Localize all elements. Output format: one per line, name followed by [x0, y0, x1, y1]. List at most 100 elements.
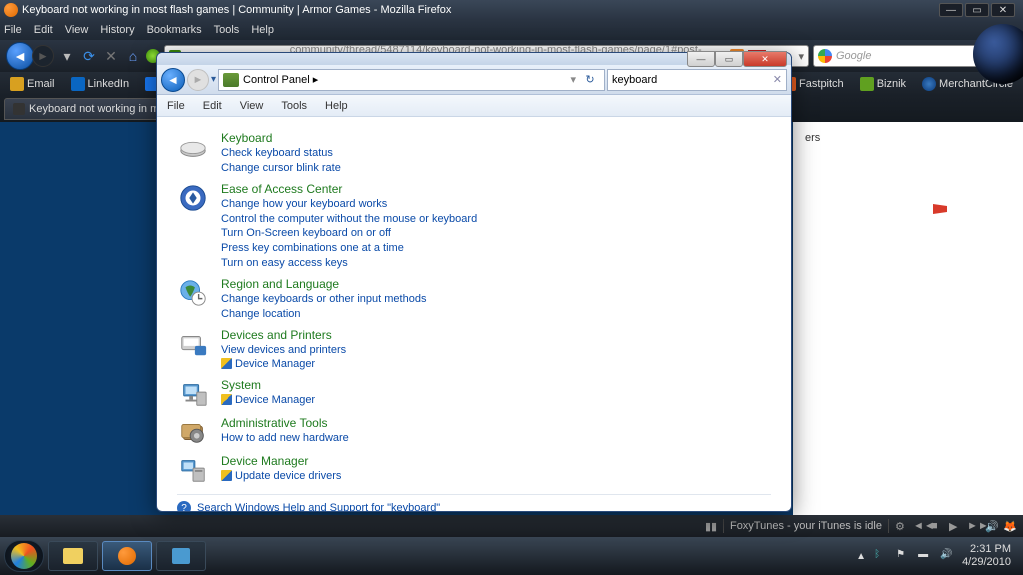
help-icon: ? — [177, 501, 191, 511]
tray-flag-icon[interactable]: ⚑ — [896, 549, 910, 563]
ft-next-icon[interactable]: ►► — [967, 520, 979, 532]
cp-category-title[interactable]: Keyboard — [221, 131, 341, 145]
cp-task-link[interactable]: Turn On-Screen keyboard on or off — [221, 226, 477, 241]
cp-menu-help[interactable]: Help — [325, 100, 348, 112]
cp-forward-button[interactable]: ► — [187, 69, 209, 91]
cp-titlebar[interactable]: — ▭ ✕ — [157, 53, 791, 65]
clear-search-icon[interactable]: ✕ — [773, 73, 782, 86]
tray-bt-icon[interactable]: ᛒ — [874, 549, 888, 563]
menu-edit[interactable]: Edit — [34, 24, 53, 36]
cp-task-link[interactable]: Device Manager — [221, 393, 315, 408]
firefox-icon — [4, 3, 18, 17]
home-button[interactable]: ⌂ — [124, 47, 142, 65]
taskbar-clock[interactable]: 2:31 PM 4/29/2010 — [962, 543, 1011, 569]
cp-maximize-button[interactable]: ▭ — [715, 51, 743, 67]
cp-task-link[interactable]: Control the computer without the mouse o… — [221, 212, 477, 227]
breadcrumb-text: Control Panel ▸ — [243, 73, 318, 86]
cp-help-text: Search Windows Help and Support for "key… — [197, 502, 440, 511]
cp-menubar: File Edit View Tools Help — [157, 95, 791, 117]
cp-category-icon — [177, 277, 209, 309]
dropdown-icon[interactable]: ▾ — [58, 47, 76, 65]
cp-task-link[interactable]: Change cursor blink rate — [221, 161, 341, 176]
cp-menu-edit[interactable]: Edit — [203, 100, 222, 112]
taskbar-app-firefox[interactable] — [102, 541, 152, 571]
cp-search-input[interactable]: keyboard ✕ — [607, 69, 787, 91]
cp-result-item: KeyboardCheck keyboard statusChange curs… — [177, 131, 771, 176]
cp-task-link[interactable]: Turn on easy access keys — [221, 256, 477, 271]
windows-orb-icon — [11, 543, 37, 569]
bookmark-biznik[interactable]: Biznik — [856, 75, 910, 93]
cp-back-button[interactable]: ◄ — [161, 68, 185, 92]
flag-icon[interactable] — [933, 204, 947, 214]
sidebar-text: ers — [805, 132, 1011, 144]
cp-category-icon — [177, 378, 209, 410]
ft-settings-icon[interactable]: ⚙ — [895, 520, 907, 532]
cp-breadcrumb[interactable]: Control Panel ▸ ▾ ↻ — [218, 69, 605, 91]
cp-category-title[interactable]: Administrative Tools — [221, 416, 349, 430]
cp-task-link[interactable]: View devices and printers — [221, 343, 346, 358]
minimize-button[interactable]: — — [939, 3, 963, 17]
cp-task-link[interactable]: Change location — [221, 307, 426, 322]
menu-file[interactable]: File — [4, 24, 22, 36]
maximize-button[interactable]: ▭ — [965, 3, 989, 17]
tray-network-icon[interactable]: ▬ — [918, 549, 932, 563]
cp-result-item: Devices and PrintersView devices and pri… — [177, 328, 771, 373]
cp-refresh-button[interactable]: ↻ — [580, 73, 600, 86]
menu-tools[interactable]: Tools — [214, 24, 240, 36]
bookmark-linkedin[interactable]: LinkedIn — [67, 75, 134, 93]
uac-shield-icon — [221, 394, 232, 405]
tray-up-icon[interactable]: ▲ — [856, 551, 866, 562]
menu-view[interactable]: View — [65, 24, 89, 36]
menu-help[interactable]: Help — [251, 24, 274, 36]
cp-task-link[interactable]: Press key combinations one at a time — [221, 241, 477, 256]
ft-play-icon[interactable]: ▶ — [949, 520, 961, 532]
cp-category-title[interactable]: Devices and Printers — [221, 328, 346, 342]
cp-result-item: Device ManagerUpdate device drivers — [177, 454, 771, 486]
cp-menu-view[interactable]: View — [240, 100, 264, 112]
ft-prev-icon[interactable]: ◄◄ — [913, 520, 925, 532]
stop-button[interactable]: ✕ — [102, 47, 120, 65]
cp-category-title[interactable]: Ease of Access Center — [221, 182, 477, 196]
close-button[interactable]: ✕ — [991, 3, 1015, 17]
uac-shield-icon — [221, 470, 232, 481]
taskbar-app-explorer[interactable] — [48, 541, 98, 571]
cp-task-link[interactable]: Change how your keyboard works — [221, 197, 477, 212]
cp-menu-file[interactable]: File — [167, 100, 185, 112]
cp-task-link[interactable]: Check keyboard status — [221, 146, 341, 161]
cp-category-title[interactable]: Region and Language — [221, 277, 426, 291]
cp-task-link[interactable]: Device Manager — [221, 357, 346, 372]
cp-minimize-button[interactable]: — — [687, 51, 715, 67]
search-bar[interactable]: Google 🔍 — [813, 45, 993, 67]
cp-result-item: SystemDevice Manager — [177, 378, 771, 410]
menu-bookmarks[interactable]: Bookmarks — [147, 24, 202, 36]
cp-category-title[interactable]: System — [221, 378, 315, 392]
reload-button[interactable]: ⟳ — [80, 47, 98, 65]
taskbar-app-other[interactable] — [156, 541, 206, 571]
clock-date: 4/29/2010 — [962, 556, 1011, 569]
ft-vol-icon[interactable]: 🔊 — [985, 520, 997, 532]
cp-help-link[interactable]: ? Search Windows Help and Support for "ke… — [177, 501, 771, 511]
menu-history[interactable]: History — [100, 24, 134, 36]
cp-category-icon — [177, 328, 209, 360]
ft-fox-icon[interactable]: 🦊 — [1003, 520, 1015, 532]
control-panel-window: — ▭ ✕ ◄ ► ▾ Control Panel ▸ ▾ ↻ keyboard… — [156, 52, 792, 512]
cp-close-button[interactable]: ✕ — [743, 51, 787, 67]
cp-history-dropdown[interactable]: ▾ — [211, 74, 216, 85]
breadcrumb-dropdown-icon[interactable]: ▾ — [570, 73, 576, 86]
ft-stop-icon[interactable]: ■ — [931, 520, 943, 532]
cp-result-item: Administrative ToolsHow to add new hardw… — [177, 416, 771, 448]
pause-icon[interactable]: ▮▮ — [705, 520, 717, 532]
start-button[interactable] — [4, 540, 44, 572]
tray-volume-icon[interactable]: 🔊 — [940, 549, 954, 563]
cp-category-icon — [177, 416, 209, 448]
cp-task-link[interactable]: How to add new hardware — [221, 431, 349, 446]
cp-task-link[interactable]: Update device drivers — [221, 469, 341, 484]
forward-button[interactable]: ► — [32, 45, 54, 67]
back-button[interactable]: ◄ — [6, 42, 34, 70]
cp-menu-tools[interactable]: Tools — [281, 100, 307, 112]
cp-category-title[interactable]: Device Manager — [221, 454, 341, 468]
foxytunes-text: FoxyTunes - your iTunes is idle — [730, 520, 882, 532]
cp-task-link[interactable]: Change keyboards or other input methods — [221, 292, 426, 307]
control-panel-icon — [223, 73, 239, 87]
bookmark-email[interactable]: Email — [6, 75, 59, 93]
